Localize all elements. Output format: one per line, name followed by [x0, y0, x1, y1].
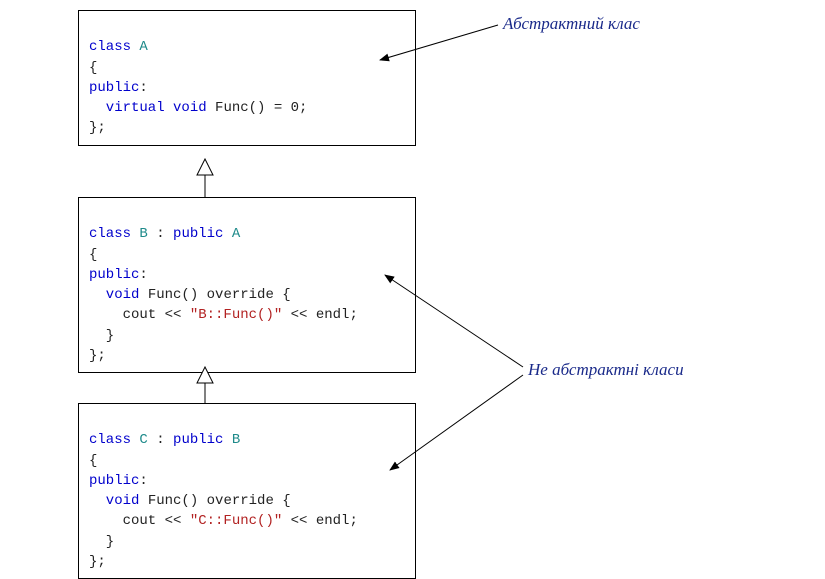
kw-class: class — [89, 432, 131, 448]
cout-post: << endl; — [282, 513, 358, 529]
class-c-box: class C : public B { public: void Func()… — [78, 403, 416, 579]
brace-close: }; — [89, 348, 106, 364]
cout-pre: cout << — [89, 307, 190, 323]
func-decl: Func() = 0; — [215, 100, 307, 116]
type-a: A — [139, 39, 147, 55]
class-a-box: class A { public: virtual void Func() = … — [78, 10, 416, 146]
type-b-ref: B — [232, 432, 240, 448]
kw-class: class — [89, 226, 131, 242]
brace-close: }; — [89, 120, 106, 136]
brace-open: { — [89, 453, 97, 469]
kw-public: public — [89, 267, 139, 283]
kw-public: public — [89, 80, 139, 96]
colon: : — [139, 80, 147, 96]
colon: : — [139, 473, 147, 489]
sep: : — [148, 226, 173, 242]
kw-public: public — [173, 432, 223, 448]
brace-inner-close: } — [89, 534, 114, 550]
cout-post: << endl; — [282, 307, 358, 323]
kw-void: void — [89, 493, 139, 509]
type-c: C — [139, 432, 147, 448]
brace-close: }; — [89, 554, 106, 570]
string-literal: "B::Func()" — [190, 307, 282, 323]
kw-public: public — [173, 226, 223, 242]
string-literal: "C::Func()" — [190, 513, 282, 529]
type-b: B — [139, 226, 147, 242]
class-b-box: class B : public A { public: void Func()… — [78, 197, 416, 373]
brace-inner-close: } — [89, 328, 114, 344]
func-decl: Func() override { — [148, 493, 291, 509]
annotation-abstract: Абстрактний клас — [503, 14, 640, 34]
func-decl: Func() override { — [148, 287, 291, 303]
sep: : — [148, 432, 173, 448]
type-a-ref: A — [232, 226, 240, 242]
cout-pre: cout << — [89, 513, 190, 529]
kw-virtual: virtual — [89, 100, 165, 116]
annotation-non-abstract: Не абстрактні класи — [528, 360, 684, 380]
kw-class: class — [89, 39, 131, 55]
brace-open: { — [89, 247, 97, 263]
colon: : — [139, 267, 147, 283]
kw-public: public — [89, 473, 139, 489]
brace-open: { — [89, 60, 97, 76]
kw-void: void — [89, 287, 139, 303]
inheritance-b-to-a-icon — [197, 159, 213, 197]
kw-void: void — [173, 100, 207, 116]
